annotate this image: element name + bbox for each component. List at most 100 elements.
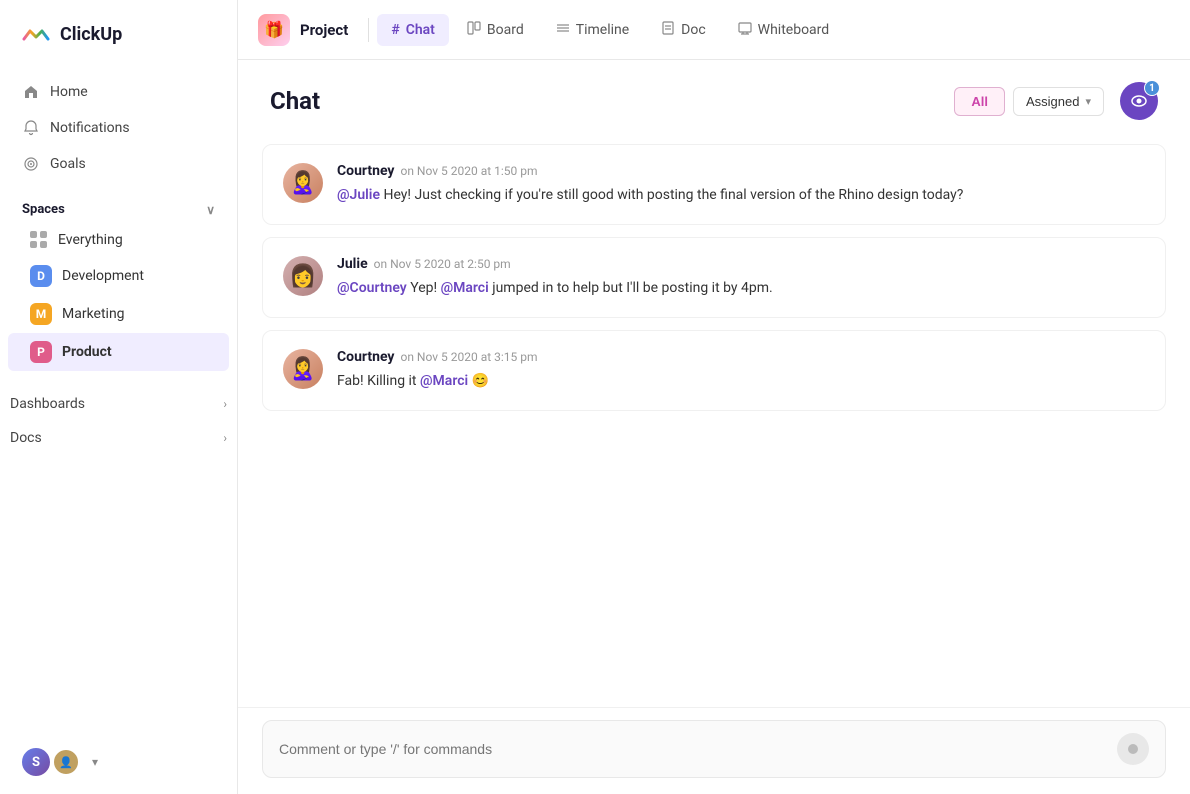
docs-label: Docs [10, 430, 42, 446]
main-content: 🎁 Project # Chat Board Timeline Doc [238, 0, 1190, 794]
logo[interactable]: ClickUp [0, 0, 237, 68]
message-text: @Julie Hey! Just checking if you're stil… [337, 185, 1145, 206]
development-label: Development [62, 268, 144, 284]
user-profile-area[interactable]: S 👤 ▾ [0, 730, 237, 794]
mention-julie: @Julie [337, 187, 380, 203]
spaces-label: Spaces [22, 202, 65, 217]
user-avatar-secondary: 👤 [52, 748, 80, 776]
julie-avatar: 👩 [283, 256, 323, 296]
assigned-label: Assigned [1026, 94, 1079, 109]
tab-chat[interactable]: # Chat [377, 14, 449, 46]
mention-courtney: @Courtney [337, 280, 407, 296]
home-icon [22, 83, 40, 101]
tab-doc[interactable]: Doc [647, 13, 720, 47]
everything-label: Everything [58, 232, 123, 248]
product-label: Product [62, 344, 112, 360]
tab-divider [368, 18, 369, 42]
chat-input-box [262, 720, 1166, 778]
sidebar-sections: Dashboards › Docs › [0, 387, 237, 455]
send-icon [1126, 742, 1140, 756]
chat-input[interactable] [279, 741, 1117, 757]
sidebar-item-marketing[interactable]: M Marketing [8, 295, 229, 333]
message-body-2b: jumped in to help but I'll be posting it… [492, 280, 772, 296]
message-time: on Nov 5 2020 at 3:15 pm [400, 350, 537, 364]
filter-all-button[interactable]: All [954, 87, 1005, 116]
topbar: 🎁 Project # Chat Board Timeline Doc [238, 0, 1190, 60]
mention-marci: @Marci [441, 280, 489, 296]
timeline-tab-icon [556, 21, 570, 39]
message-time: on Nov 5 2020 at 1:50 pm [400, 164, 537, 178]
message-card: 🙎‍♀️ Courtney on Nov 5 2020 at 3:15 pm F… [262, 330, 1166, 411]
tab-board[interactable]: Board [453, 13, 538, 47]
chat-tab-icon: # [391, 22, 399, 38]
spaces-list: Everything D Development M Marketing P P… [0, 223, 237, 371]
sidebar-item-product[interactable]: P Product [8, 333, 229, 371]
sidebar-item-notifications[interactable]: Notifications [12, 110, 225, 146]
message-text: Fab! Killing it @Marci 😊 [337, 371, 1145, 392]
courtney-avatar-2: 🙎‍♀️ [283, 349, 323, 389]
project-title: Project [300, 21, 348, 39]
chat-header: Chat All Assigned ▾ 1 [238, 60, 1190, 136]
timeline-tab-label: Timeline [576, 22, 629, 38]
home-label: Home [50, 84, 88, 100]
message-author: Courtney [337, 163, 394, 179]
bell-icon [22, 119, 40, 137]
sidebar-item-goals[interactable]: Goals [12, 146, 225, 182]
mention-marci-2: @Marci [420, 373, 468, 389]
everything-icon [30, 231, 48, 249]
doc-tab-icon [661, 21, 675, 39]
message-author: Julie [337, 256, 368, 272]
development-badge: D [30, 265, 52, 287]
marketing-badge: M [30, 303, 52, 325]
message-content: Courtney on Nov 5 2020 at 3:15 pm Fab! K… [337, 349, 1145, 392]
message-header: Courtney on Nov 5 2020 at 3:15 pm [337, 349, 1145, 365]
send-button[interactable] [1117, 733, 1149, 765]
marketing-label: Marketing [62, 306, 125, 322]
goals-icon [22, 155, 40, 173]
chat-controls: All Assigned ▾ 1 [954, 82, 1158, 120]
chat-title: Chat [270, 87, 320, 115]
message-body-1: Hey! Just checking if you're still good … [383, 187, 963, 203]
message-card: 👩 Julie on Nov 5 2020 at 2:50 pm @Courtn… [262, 237, 1166, 318]
messages-list: 🙎‍♀️ Courtney on Nov 5 2020 at 1:50 pm @… [238, 136, 1190, 707]
message-text: @Courtney Yep! @Marci jumped in to help … [337, 278, 1145, 299]
message-body-2a: Yep! [410, 280, 440, 296]
assigned-chevron-icon: ▾ [1085, 95, 1091, 108]
sidebar-item-docs[interactable]: Docs › [0, 421, 237, 455]
sidebar-item-home[interactable]: Home [12, 74, 225, 110]
sidebar-item-development[interactable]: D Development [8, 257, 229, 295]
notifications-label: Notifications [50, 120, 130, 136]
message-body-3a: Fab! Killing it [337, 373, 420, 389]
message-time: on Nov 5 2020 at 2:50 pm [374, 257, 511, 271]
board-tab-icon [467, 21, 481, 39]
message-content: Courtney on Nov 5 2020 at 1:50 pm @Julie… [337, 163, 1145, 206]
watchers-button[interactable]: 1 [1120, 82, 1158, 120]
dashboards-label: Dashboards [10, 396, 85, 412]
user-avatar-primary: S [20, 746, 52, 778]
message-content: Julie on Nov 5 2020 at 2:50 pm @Courtney… [337, 256, 1145, 299]
message-header: Courtney on Nov 5 2020 at 1:50 pm [337, 163, 1145, 179]
message-header: Julie on Nov 5 2020 at 2:50 pm [337, 256, 1145, 272]
app-name: ClickUp [60, 24, 122, 45]
message-emoji: 😊 [472, 373, 489, 389]
board-tab-label: Board [487, 22, 524, 38]
whiteboard-tab-icon [738, 21, 752, 39]
doc-tab-label: Doc [681, 22, 706, 38]
sidebar-item-everything[interactable]: Everything [8, 223, 229, 257]
tab-whiteboard[interactable]: Whiteboard [724, 13, 844, 47]
chat-area: Chat All Assigned ▾ 1 🙎‍♀️ [238, 60, 1190, 794]
tab-timeline[interactable]: Timeline [542, 13, 643, 47]
message-author: Courtney [337, 349, 394, 365]
filter-assigned-button[interactable]: Assigned ▾ [1013, 87, 1104, 116]
clickup-logo-icon [20, 18, 52, 50]
goals-label: Goals [50, 156, 86, 172]
sidebar-nav: Home Notifications Goals [0, 68, 237, 188]
spaces-section-header: Spaces ∨ [0, 188, 237, 223]
product-badge: P [30, 341, 52, 363]
sidebar-item-dashboards[interactable]: Dashboards › [0, 387, 237, 421]
courtney-avatar: 🙎‍♀️ [283, 163, 323, 203]
spaces-chevron-icon[interactable]: ∨ [206, 203, 215, 217]
eye-icon [1130, 92, 1148, 110]
whiteboard-tab-label: Whiteboard [758, 22, 830, 38]
watchers-badge: 1 [1144, 80, 1160, 96]
